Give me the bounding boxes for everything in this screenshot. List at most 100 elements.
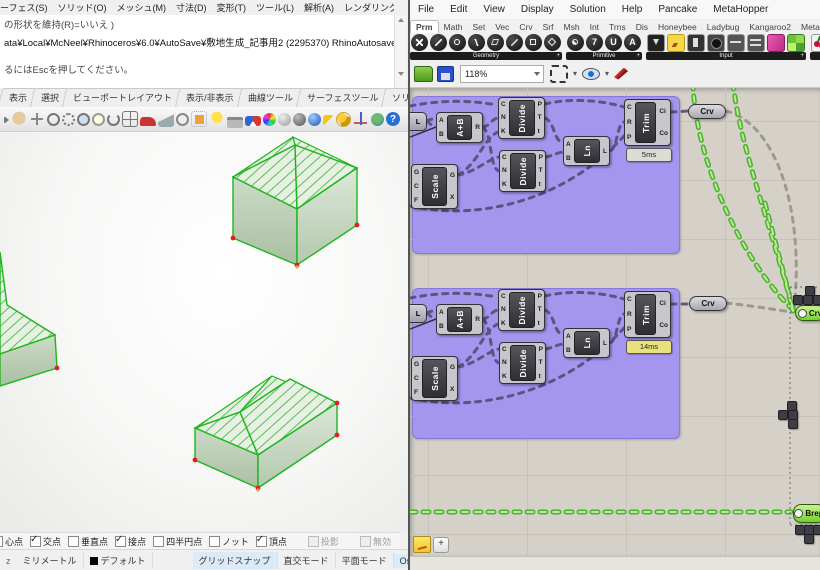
command-scrollbar[interactable]	[394, 15, 406, 88]
menu-help[interactable]: Help	[614, 4, 651, 15]
units-label[interactable]: ミリメートル	[17, 552, 84, 569]
canvas-widget-square[interactable]	[803, 295, 813, 305]
tab-ladybug[interactable]: Ladybug	[702, 21, 745, 33]
dropdown-caret[interactable]: ▾	[605, 69, 609, 78]
geometry-icon-7[interactable]	[525, 34, 542, 51]
input-mosaic-icon[interactable]	[787, 33, 805, 52]
move-view-icon[interactable]	[29, 111, 45, 127]
pin[interactable]: A	[566, 333, 571, 340]
gh-component-scale[interactable]: GCF Scale GX	[411, 164, 458, 209]
pin[interactable]: K	[502, 181, 507, 188]
menu-surface[interactable]: サーフェス(S)	[0, 1, 52, 14]
gh-param-curve[interactable]: Crv	[689, 296, 727, 311]
gh-param-l[interactable]: L	[410, 304, 427, 323]
menu-transform[interactable]: 変形(T)	[211, 1, 251, 14]
globe-icon[interactable]	[371, 113, 384, 126]
gh-component-scale[interactable]: GCF Scale GX	[411, 356, 458, 401]
planar-toggle[interactable]: 平面モード	[336, 552, 394, 569]
canvas-widget-square[interactable]	[813, 525, 820, 535]
pin[interactable]: C	[501, 293, 506, 300]
canvas-widget-square[interactable]	[804, 534, 814, 544]
rhino-viewport[interactable]	[0, 132, 408, 532]
tab-params[interactable]: Prm	[410, 20, 439, 33]
input-import-icon[interactable]	[647, 33, 665, 52]
tab-viewport-layout[interactable]: ビューポートレイアウト	[62, 88, 184, 107]
zoom-icon[interactable]	[47, 112, 60, 126]
pin[interactable]: P	[627, 134, 632, 141]
gh-component-trim[interactable]: CRP Trim Ci Co	[624, 99, 671, 146]
tab-mesh[interactable]: Msh	[559, 21, 585, 33]
pin[interactable]: Ci	[659, 108, 668, 115]
tab-honeybee[interactable]: Honeybee	[653, 21, 702, 33]
zoom-extents-icon[interactable]	[550, 64, 568, 83]
osnap-center[interactable]: 心点	[0, 535, 23, 548]
pin[interactable]: T	[539, 167, 543, 174]
pin[interactable]: N	[501, 114, 506, 121]
house-top[interactable]	[230, 135, 360, 269]
checkbox[interactable]	[68, 536, 80, 547]
sphere-dark-icon[interactable]	[293, 113, 306, 126]
pin[interactable]: T	[538, 306, 542, 313]
checkbox[interactable]	[359, 536, 371, 547]
gh-component-trim[interactable]: CRP Trim Ci Co	[624, 291, 671, 338]
lightbulb-icon[interactable]	[209, 111, 225, 127]
tab-display[interactable]: Dis	[631, 21, 653, 33]
pin[interactable]: P	[538, 101, 542, 108]
pin[interactable]: N	[502, 167, 507, 174]
pin[interactable]: F	[414, 389, 419, 396]
gh-component-line[interactable]: AB Ln L	[563, 328, 610, 358]
checkbox[interactable]	[0, 536, 3, 547]
pin[interactable]: R	[475, 316, 480, 323]
pin[interactable]: C	[502, 346, 507, 353]
pin[interactable]: A	[566, 141, 571, 148]
gh-param-curve-selected[interactable]: Crv	[795, 305, 820, 321]
pin[interactable]: X	[450, 194, 455, 201]
geometry-icon-2[interactable]	[430, 34, 447, 51]
pin[interactable]: P	[539, 154, 543, 161]
menu-solid[interactable]: ソリッド(O)	[52, 1, 111, 14]
zoom-level-select[interactable]: 118%	[460, 64, 544, 83]
pin[interactable]: R	[475, 124, 480, 131]
pin[interactable]: T	[539, 359, 543, 366]
shaded-mode-icon[interactable]	[158, 114, 174, 127]
car-display-icon[interactable]	[140, 117, 156, 126]
pin[interactable]: Co	[659, 130, 668, 137]
gh-canvas[interactable]: L AB A+B R CNK Divide PTt CNK Divide PTt…	[410, 88, 820, 556]
geometry-icon-5[interactable]	[487, 34, 504, 51]
clock-icon[interactable]	[176, 112, 189, 126]
lock-icon[interactable]	[227, 116, 243, 128]
gumball-widget-icon[interactable]	[353, 111, 369, 127]
tab-curve-tools[interactable]: 曲線ツール	[236, 88, 304, 107]
pan-hand-icon[interactable]	[11, 111, 27, 127]
flag-icon[interactable]	[323, 115, 334, 126]
canvas-widget-square[interactable]	[778, 410, 788, 420]
four-viewports-icon[interactable]	[122, 111, 138, 127]
pin[interactable]: A	[439, 117, 444, 124]
tab-intersect[interactable]: Int	[585, 21, 604, 33]
primitive-icon-u[interactable]: U	[605, 34, 622, 51]
house-left-partial[interactable]	[0, 251, 60, 387]
osnap-disable[interactable]: 無効	[359, 535, 391, 548]
tab-visibility[interactable]: 表示/非表示	[175, 88, 245, 107]
zoom-extents-icon[interactable]	[92, 112, 105, 126]
geometry-icon-1[interactable]	[411, 34, 428, 51]
pin[interactable]: B	[439, 323, 444, 330]
pin[interactable]: K	[502, 373, 507, 380]
document-tab-icon[interactable]	[413, 536, 431, 553]
gh-component-divide-curve[interactable]: CNK Divide PTt	[498, 97, 545, 139]
sketch-pen-icon[interactable]	[614, 67, 629, 80]
osnap-vertex[interactable]: 頂点	[255, 534, 287, 548]
gh-param-l[interactable]: L	[410, 112, 427, 131]
osnap-knot[interactable]: ノット	[209, 535, 249, 548]
gh-component-line[interactable]: AB Ln L	[563, 136, 610, 166]
menu-pancake[interactable]: Pancake	[650, 4, 705, 15]
input-panel-icon[interactable]	[687, 33, 705, 52]
input-value-list-icon[interactable]	[747, 33, 765, 52]
pin[interactable]: K	[501, 320, 506, 327]
pin[interactable]: K	[501, 128, 506, 135]
menu-render[interactable]: レンダリング(R)	[339, 1, 394, 14]
open-file-icon[interactable]	[414, 65, 433, 82]
geometry-icon-4[interactable]	[468, 34, 485, 51]
pin[interactable]: Ci	[659, 300, 668, 307]
tab-transform[interactable]: Trns	[604, 21, 631, 33]
